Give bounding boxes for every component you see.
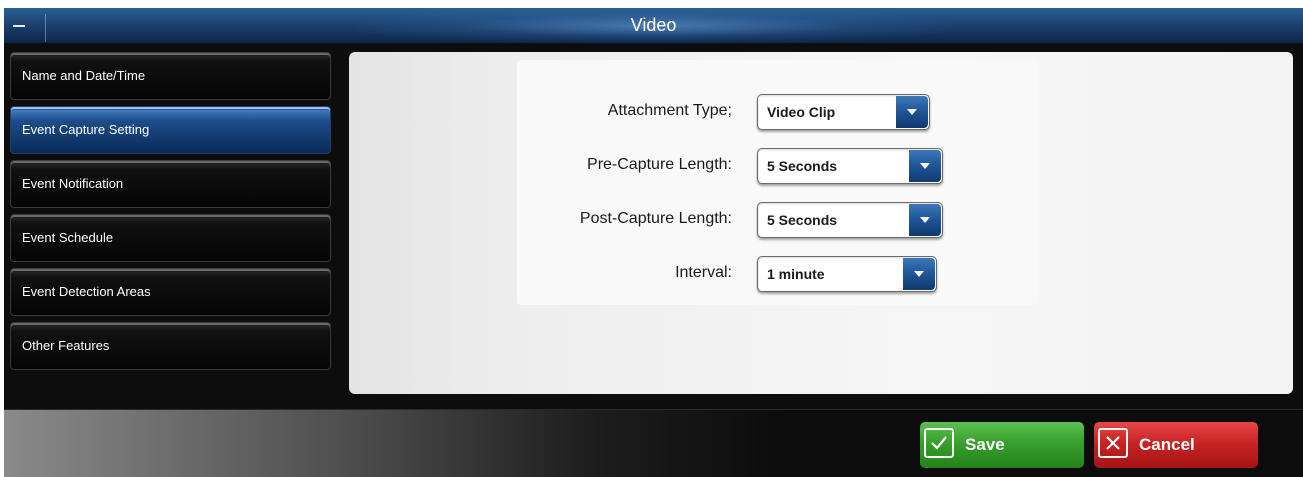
video-settings-window: Video Name and Date/Time Event Capture S… bbox=[4, 8, 1303, 477]
window-title: Video bbox=[630, 15, 677, 35]
pre-capture-length-value: 5 Seconds bbox=[767, 158, 838, 174]
cancel-button[interactable]: Cancel bbox=[1094, 422, 1258, 468]
title-bar: Video bbox=[4, 8, 1303, 44]
sidebar-item-event-schedule[interactable]: Event Schedule bbox=[10, 214, 331, 262]
pre-capture-length-label: Pre-Capture Length: bbox=[587, 156, 732, 173]
sidebar-item-other-features[interactable]: Other Features bbox=[10, 322, 331, 370]
save-label: Save bbox=[965, 435, 1005, 454]
sidebar-item-event-detection-areas[interactable]: Event Detection Areas bbox=[10, 268, 331, 316]
sidebar-item-label: Event Detection Areas bbox=[22, 284, 151, 299]
field-labels: Attachment Type; Pre-Capture Length: Pos… bbox=[349, 52, 732, 352]
interval-dropdown[interactable]: 1 minute bbox=[757, 256, 937, 292]
action-bar: Save Cancel bbox=[4, 409, 1303, 477]
interval-label: Interval: bbox=[675, 264, 732, 281]
attachment-type-label: Attachment Type; bbox=[607, 102, 732, 119]
close-icon bbox=[1098, 428, 1128, 458]
sidebar-item-event-capture-setting[interactable]: Event Capture Setting bbox=[10, 106, 331, 154]
attachment-type-dropdown[interactable]: Video Clip bbox=[757, 94, 930, 130]
chevron-down-icon bbox=[909, 204, 941, 236]
sidebar-item-label: Event Notification bbox=[22, 176, 124, 191]
sidebar-item-label: Event Schedule bbox=[22, 230, 114, 245]
interval-value: 1 minute bbox=[767, 266, 825, 282]
pre-capture-length-dropdown[interactable]: 5 Seconds bbox=[757, 148, 943, 184]
sidebar-item-name-date-time[interactable]: Name and Date/Time bbox=[10, 52, 331, 100]
chevron-down-icon bbox=[896, 96, 928, 128]
sidebar-item-event-notification[interactable]: Event Notification bbox=[10, 160, 331, 208]
post-capture-length-label: Post-Capture Length: bbox=[579, 210, 732, 227]
post-capture-length-value: 5 Seconds bbox=[767, 212, 838, 228]
settings-panel: Attachment Type; Pre-Capture Length: Pos… bbox=[349, 52, 1293, 394]
save-button[interactable]: Save bbox=[920, 422, 1084, 468]
sidebar-item-label: Other Features bbox=[22, 338, 110, 353]
attachment-type-value: Video Clip bbox=[767, 104, 836, 120]
post-capture-length-dropdown[interactable]: 5 Seconds bbox=[757, 202, 943, 238]
sidebar-item-label: Event Capture Setting bbox=[22, 122, 150, 137]
chevron-down-icon bbox=[903, 258, 935, 290]
cancel-label: Cancel bbox=[1139, 435, 1195, 454]
chevron-down-icon bbox=[909, 150, 941, 182]
sidebar-item-label: Name and Date/Time bbox=[22, 68, 146, 83]
checkmark-icon bbox=[924, 428, 954, 458]
